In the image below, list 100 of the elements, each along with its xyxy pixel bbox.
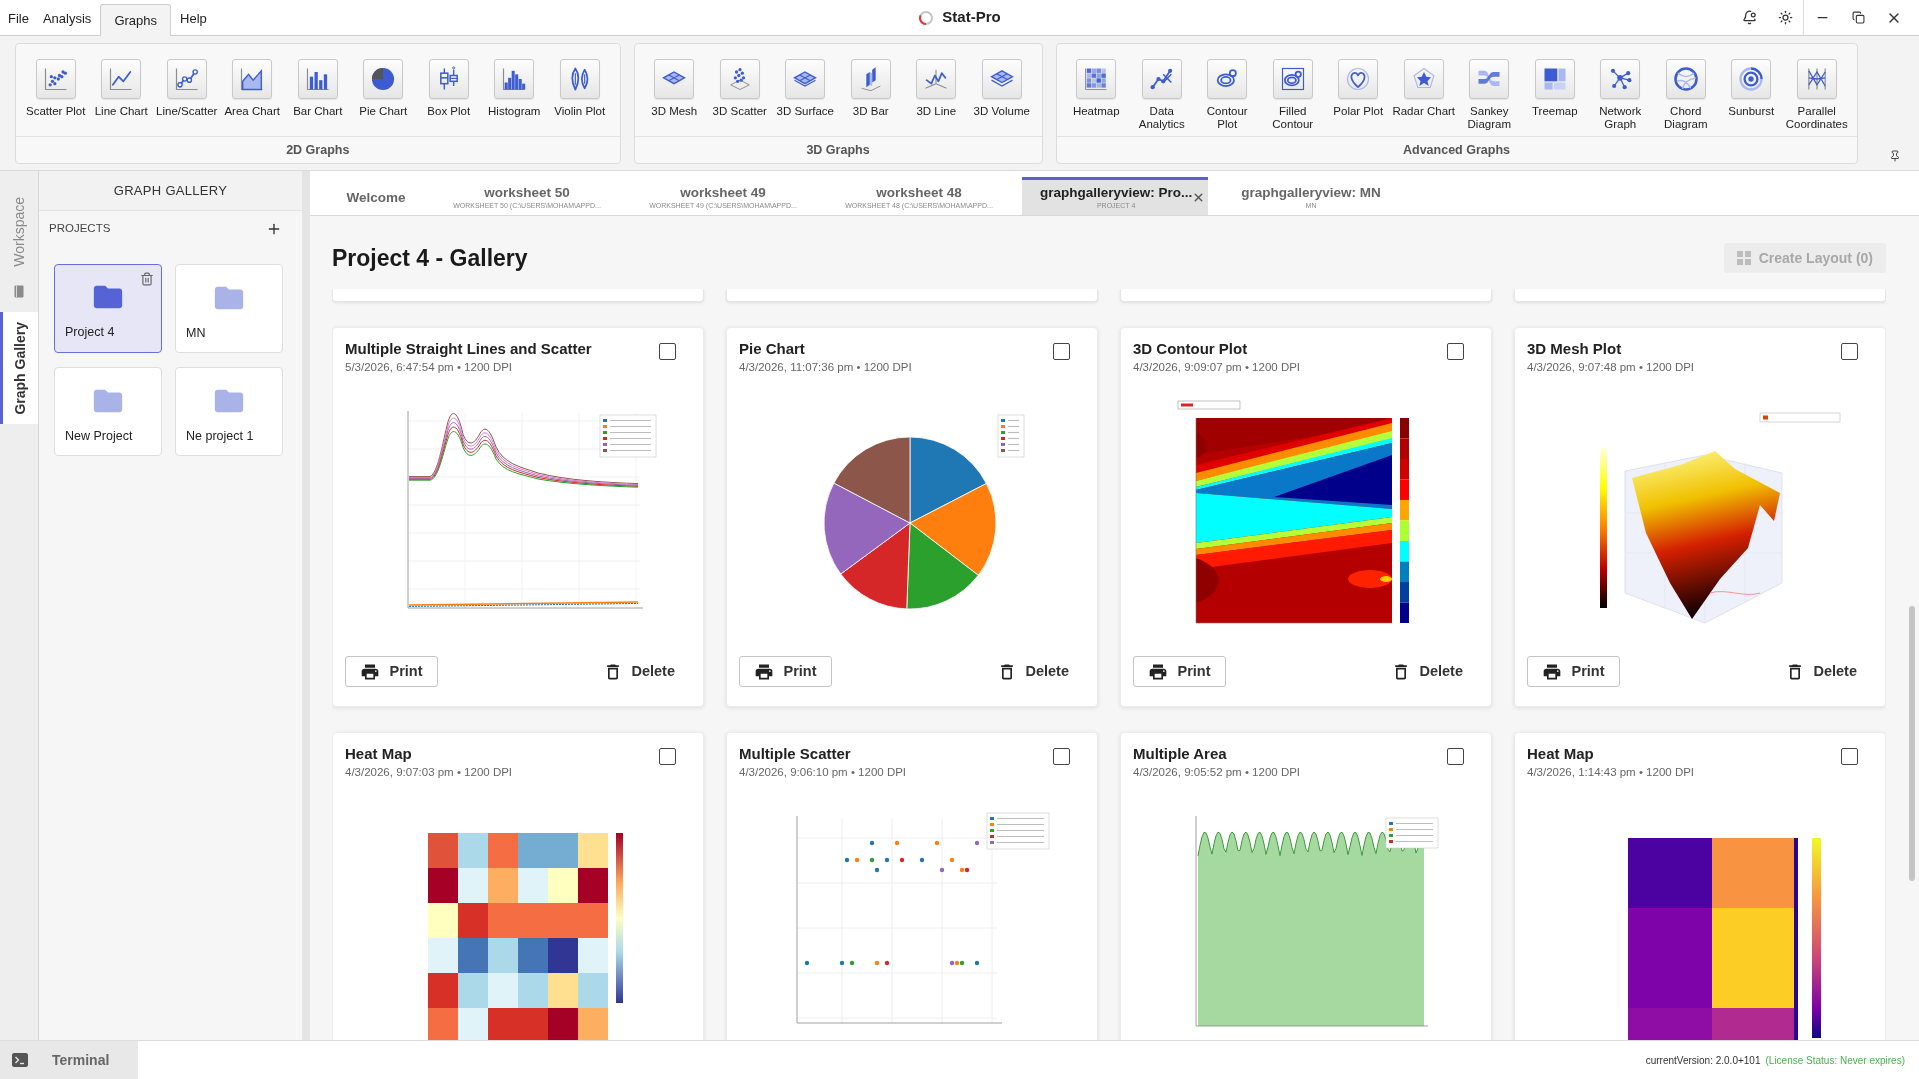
card-title: Heat Map [345,744,413,764]
card-date: 4/3/2026, 9:05:52 pm • 1200 DPI [1133,765,1301,780]
pie-chart-icon [363,59,404,99]
radar-chart-icon [1403,59,1444,99]
card-title: Heat Map [1527,744,1595,764]
group-label: 3D Graphs [806,141,870,159]
line-scatter-icon [166,59,207,99]
chart-type-button[interactable]: Pie Chart [350,59,416,136]
chart-type-button[interactable]: Chord Diagram [1653,59,1719,136]
chart-type-button[interactable]: Line Chart [88,59,154,136]
select-checkbox[interactable] [1447,343,1464,360]
plus-icon[interactable] [266,221,282,237]
project-tile[interactable]: New Project [54,367,162,456]
delete-button[interactable]: Delete [1391,656,1479,687]
scrollbar-thumb[interactable] [1909,606,1915,881]
card-date: 5/3/2026, 6:47:54 pm • 1200 DPI [345,360,514,375]
select-checkbox[interactable] [1447,748,1464,765]
print-button[interactable]: Print [1133,656,1226,687]
pin-icon[interactable] [1889,150,1901,162]
card-date: 4/3/2026, 11:07:36 pm • 1200 DPI [739,360,912,375]
card-date: 4/3/2026, 9:06:10 pm • 1200 DPI [739,765,907,780]
chart-type-button[interactable]: 3D Scatter [707,59,773,136]
card-date: 4/3/2026, 9:07:48 pm • 1200 DPI [1527,360,1695,375]
network-graph-icon [1600,59,1641,99]
menu-item[interactable]: Graphs [100,4,171,36]
panel-title: GRAPH GALLERY [113,181,228,200]
document-tab[interactable]: Welcome [328,177,424,215]
print-button[interactable]: Print [345,656,438,687]
project-tile[interactable]: Project 4 [54,264,162,353]
chart-type-button[interactable]: 3D Volume [969,59,1035,136]
chart-type-button[interactable]: 3D Mesh [641,59,707,136]
select-checkbox[interactable] [1053,748,1070,765]
histogram-icon [494,59,535,99]
page-heading: Project 4 - Gallery [332,243,528,273]
chart-type-button[interactable]: Network Graph [1587,59,1653,136]
chart-type-button[interactable]: Treemap [1522,59,1588,136]
select-checkbox[interactable] [1841,748,1858,765]
group-label: 2D Graphs [286,141,350,159]
trash-icon[interactable] [140,272,154,286]
card-title: 3D Contour Plot [1133,339,1249,359]
app-logo-icon [918,9,935,26]
chart-type-button[interactable]: Box Plot [416,59,482,136]
stacked-grid-icon [981,59,1022,99]
restore-icon[interactable] [1851,11,1865,24]
chart-type-button[interactable]: Sankey Diagram [1456,59,1522,136]
chart-type-button[interactable]: Sunburst [1718,59,1784,136]
chart-type-button[interactable]: 3D Bar [838,59,904,136]
surface-grid-icon [785,59,826,99]
card-date: 4/3/2026, 9:07:03 pm • 1200 DPI [345,765,513,780]
mesh-grid-icon [654,59,695,99]
area-chart-icon [232,59,273,99]
terminal-button[interactable]: Terminal [0,1041,138,1079]
contour-rings-icon [1207,59,1248,99]
terminal-icon [12,1053,28,1067]
sankey-flow-icon [1469,59,1510,99]
card-date: 4/3/2026, 1:14:43 pm • 1200 DPI [1527,765,1695,780]
section-label: PROJECTS [49,221,111,237]
notebook-icon[interactable] [14,284,24,298]
select-checkbox[interactable] [1053,343,1070,360]
project-tile[interactable]: Ne project 1 [175,367,283,456]
chart-type-button[interactable]: 3D Surface [772,59,838,136]
chart-type-button[interactable]: Filled Contour [1260,59,1326,136]
chart-type-button[interactable]: Contour Plot [1194,59,1260,136]
chord-diagram-icon [1665,59,1706,99]
select-checkbox[interactable] [1841,343,1858,360]
app-title: Stat-Pro [942,7,1001,28]
delete-button[interactable]: Delete [603,656,691,687]
card-title: Multiple Area [1133,744,1228,764]
card-date: 4/3/2026, 9:09:07 pm • 1200 DPI [1133,360,1301,375]
chart-type-button[interactable]: Histogram [481,59,547,136]
bar-3d-icon [850,59,891,99]
line-chart-icon [101,59,142,99]
chart-type-button[interactable]: Radar Chart [1391,59,1457,136]
delete-button[interactable]: Delete [1785,656,1873,687]
chart-type-button[interactable]: Data Analytics [1129,59,1195,136]
chart-type-button[interactable]: Parallel Coordinates [1784,59,1850,136]
card-title: Multiple Scatter [739,744,852,764]
bell-icon[interactable] [1741,10,1757,25]
chart-type-button[interactable]: Heatmap [1063,59,1129,136]
chart-type-button[interactable]: Bar Chart [285,59,351,136]
menu-item[interactable]: Help [173,3,214,35]
sun-icon[interactable] [1777,10,1793,25]
delete-button[interactable]: Delete [997,656,1085,687]
chart-type-button[interactable]: Scatter Plot [23,59,89,136]
menu-item[interactable]: File [1,3,36,35]
chart-type-button[interactable]: 3D Line [903,59,969,136]
chart-type-button[interactable]: Violin Plot [547,59,613,136]
chart-type-button[interactable]: Polar Plot [1325,59,1391,136]
select-checkbox[interactable] [659,748,676,765]
scatter-3d-icon [719,59,760,99]
select-checkbox[interactable] [659,343,676,360]
print-button[interactable]: Print [739,656,832,687]
print-button[interactable]: Print [1527,656,1620,687]
project-tile[interactable]: MN [175,264,283,353]
violin-plot-icon [559,59,600,99]
menu-item[interactable]: Analysis [35,3,99,35]
grid-icon [1736,251,1751,265]
chart-type-button[interactable]: Area Chart [219,59,285,136]
chart-type-button[interactable]: Line/Scatter [154,59,220,136]
side-tab[interactable]: Graph Gallery [0,311,38,425]
